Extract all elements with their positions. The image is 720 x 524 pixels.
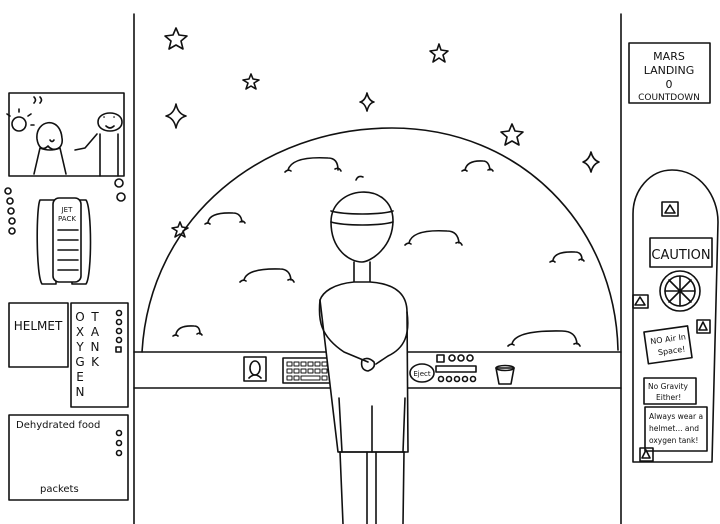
star-icon: [164, 27, 188, 50]
star-icon: [242, 73, 260, 90]
countdown-number: 0: [666, 78, 673, 91]
eject-button[interactable]: Eject: [409, 363, 435, 383]
food-label: Dehydrated food: [16, 420, 100, 431]
svg-text:helmet... and: helmet... and: [649, 424, 699, 433]
caution-label: CAUTION: [651, 248, 710, 263]
svg-text:O: O: [75, 310, 84, 324]
crater: [204, 212, 246, 225]
svg-text:Either!: Either!: [656, 393, 681, 402]
star-icon: [500, 123, 524, 146]
caution-sign: CAUTION: [649, 237, 713, 268]
sparkle-icon: [582, 151, 600, 173]
neck: [353, 261, 371, 283]
astronaut-figure: [318, 175, 409, 524]
helmet-locker[interactable]: HELMET: [8, 302, 69, 368]
countdown-line4: COUNTDOWN: [638, 93, 700, 103]
sparkle-icon: [165, 103, 187, 129]
jetpack[interactable]: JET PACK: [36, 197, 92, 285]
crater: [404, 229, 463, 246]
svg-text:oxygen tank!: oxygen tank!: [649, 436, 698, 445]
svg-text:Always wear a: Always wear a: [649, 412, 703, 421]
always-wear-note: Always wear a helmet... and oxygen tank!: [644, 406, 708, 452]
photo-poster: [6, 92, 125, 177]
svg-text:N: N: [91, 340, 100, 354]
jetpack-label-line1: JET: [61, 206, 73, 214]
no-air-note: NO Air In Space!: [643, 325, 693, 365]
food-footer-label: packets: [40, 484, 79, 495]
svg-text:G: G: [75, 355, 84, 369]
jetpack-label-line2: PACK: [58, 215, 76, 223]
mars-base-drawing: Eject JET PACK HELMET O X Y G E N T A N …: [4, 13, 719, 524]
oxygen-label: O X Y G E N: [75, 310, 84, 399]
svg-text:No Gravity: No Gravity: [648, 382, 689, 391]
svg-text:E: E: [76, 370, 84, 384]
crater: [461, 160, 494, 172]
door-wheel-icon[interactable]: [659, 270, 701, 312]
tank-label: T A N K: [90, 310, 100, 369]
sparkle-icon: [359, 92, 375, 112]
wall-dots-left[interactable]: [4, 187, 16, 235]
crater: [549, 251, 585, 263]
svg-text:T: T: [90, 310, 99, 324]
cup: [495, 364, 515, 385]
control-buttons[interactable]: [435, 354, 477, 383]
oxygen-tank-locker[interactable]: O X Y G E N T A N K: [70, 302, 129, 408]
countdown-line1: MARS: [653, 50, 685, 63]
countdown-sign: MARS LANDING 0 COUNTDOWN: [628, 42, 711, 104]
airlock-door[interactable]: CAUTION NO Air In Space! No Gravity Eith…: [632, 169, 719, 463]
countdown-line2: LANDING: [644, 64, 695, 77]
crater: [284, 156, 342, 173]
legs-lower: [339, 451, 405, 524]
crater: [172, 325, 203, 337]
svg-text:N: N: [76, 385, 85, 399]
svg-text:Y: Y: [75, 340, 84, 354]
svg-text:A: A: [91, 325, 100, 339]
crater: [239, 268, 295, 283]
photo-frame: [243, 356, 267, 382]
head: [330, 191, 394, 263]
svg-text:X: X: [76, 325, 84, 339]
helmet-label: HELMET: [14, 319, 63, 333]
torso: [319, 281, 409, 453]
food-locker[interactable]: Dehydrated food packets: [8, 414, 129, 501]
crater: [507, 330, 581, 347]
svg-text:K: K: [91, 355, 100, 369]
eject-label: Eject: [413, 370, 431, 378]
no-gravity-note: No Gravity Either!: [643, 377, 697, 405]
wall-buttons[interactable]: [114, 178, 126, 202]
star-icon: [429, 43, 449, 63]
